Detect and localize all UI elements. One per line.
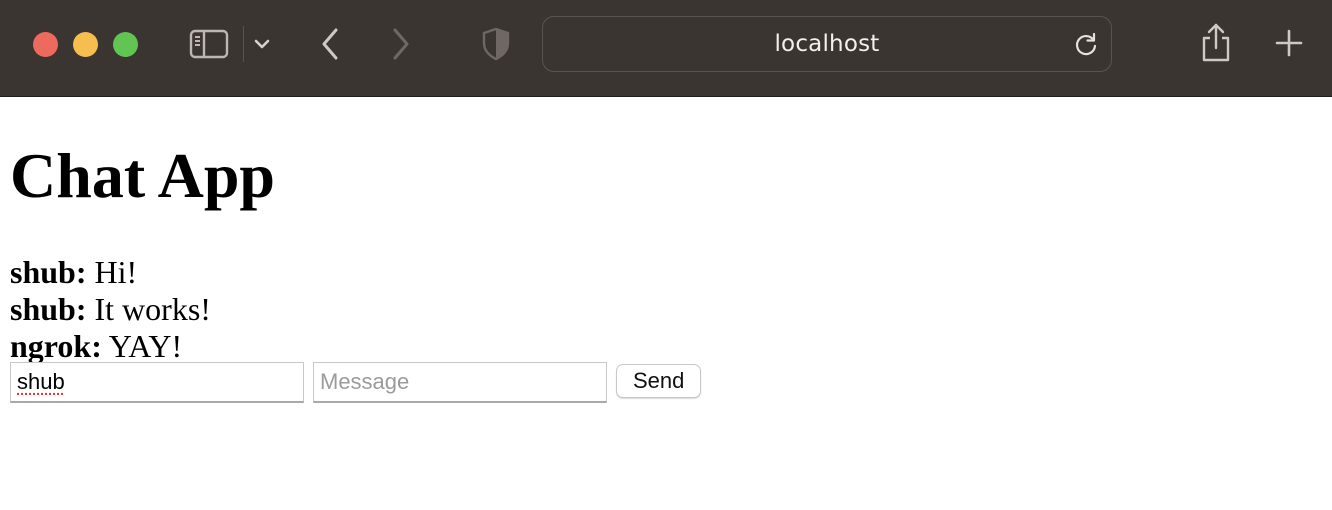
message-text: It works! [86, 291, 211, 327]
message-item: shub: It works! [10, 291, 211, 328]
share-icon [1202, 23, 1230, 62]
sidebar-menu-button[interactable] [248, 26, 276, 62]
minimize-window-button[interactable] [73, 32, 98, 57]
message-sender: shub: [10, 254, 87, 290]
shield-icon [482, 27, 510, 61]
toolbar-divider [243, 26, 244, 62]
close-window-button[interactable] [33, 32, 58, 57]
new-tab-button[interactable] [1266, 20, 1312, 66]
sidebar-icon [189, 29, 229, 59]
sidebar-toggle-button[interactable] [186, 24, 232, 64]
message-item: ngrok: YAY! [10, 328, 211, 365]
name-input[interactable] [10, 362, 304, 403]
back-arrow-icon [322, 28, 338, 60]
message-list: shub: Hi! shub: It works! ngrok: YAY! [10, 254, 211, 365]
address-text: localhost [774, 31, 880, 57]
message-sender: shub: [10, 291, 87, 327]
message-sender: ngrok: [10, 328, 102, 364]
message-item: shub: Hi! [10, 254, 211, 291]
message-input[interactable] [313, 362, 607, 403]
chat-form: Send [10, 362, 702, 403]
forward-button[interactable] [383, 22, 419, 66]
share-button[interactable] [1194, 18, 1238, 68]
reload-icon [1076, 32, 1097, 56]
reload-button[interactable] [1071, 29, 1101, 59]
forward-arrow-icon [393, 28, 409, 60]
page-title: Chat App [10, 140, 275, 211]
chevron-down-icon [254, 39, 270, 49]
browser-toolbar: localhost [0, 0, 1332, 97]
web-page: Chat App shub: Hi! shub: It works! ngrok… [0, 98, 1332, 510]
send-button[interactable]: Send [616, 363, 702, 398]
message-text: YAY! [101, 328, 183, 364]
message-text: Hi! [86, 254, 138, 290]
plus-icon [1275, 29, 1303, 57]
zoom-window-button[interactable] [113, 32, 138, 57]
back-button[interactable] [312, 22, 348, 66]
privacy-report-button[interactable] [474, 22, 518, 66]
address-bar[interactable]: localhost [542, 16, 1112, 72]
